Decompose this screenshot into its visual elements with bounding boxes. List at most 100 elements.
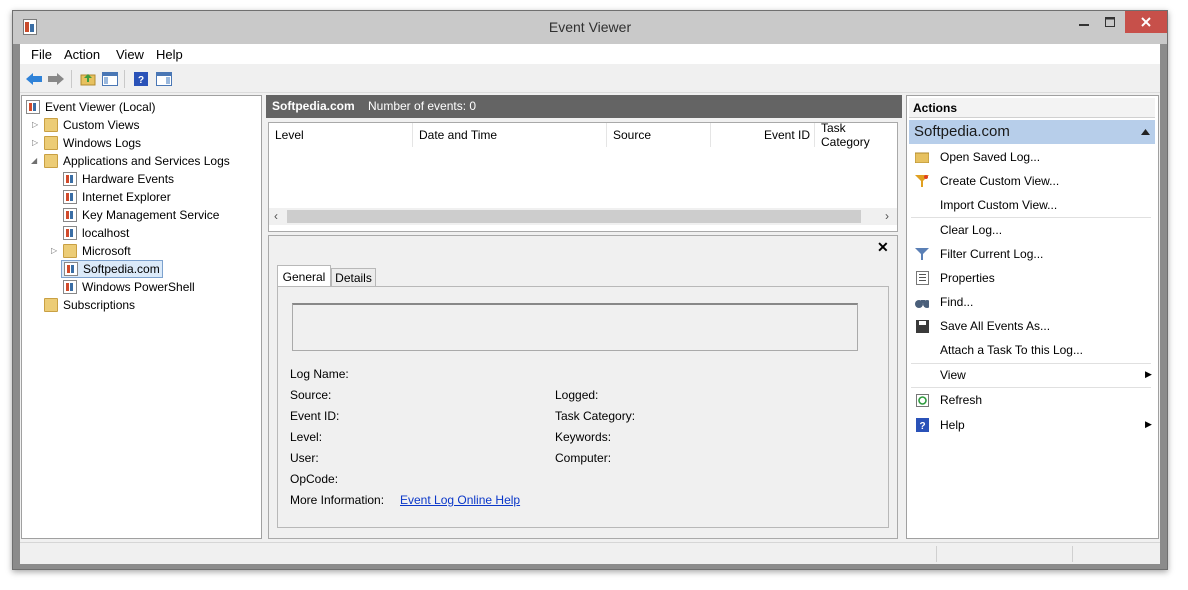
binoculars-icon: [915, 295, 929, 309]
console-tree-icon: [102, 72, 118, 86]
back-arrow-icon: [26, 73, 42, 85]
actions-header: Actions: [909, 98, 1155, 118]
svg-text:?: ?: [138, 75, 144, 86]
console-tree-pane: Event Viewer (Local) ▷ Custom Views ▷ Wi…: [21, 95, 262, 539]
actions-section-softpedia[interactable]: Softpedia.com: [909, 120, 1155, 144]
menu-help[interactable]: Help: [156, 47, 183, 62]
tree-item-localhost[interactable]: localhost: [63, 224, 129, 242]
action-label: Refresh: [940, 393, 983, 407]
tree-item-windows-logs[interactable]: Windows Logs: [44, 134, 141, 152]
tree-item-windows-powershell[interactable]: Windows PowerShell: [63, 278, 195, 296]
up-folder-button[interactable]: [78, 69, 98, 89]
tree-item-subscriptions[interactable]: Subscriptions: [44, 296, 135, 314]
tree-item-label: Applications and Services Logs: [63, 154, 230, 168]
status-bar-divider: [1072, 546, 1073, 562]
close-button[interactable]: [1125, 11, 1167, 33]
forward-button[interactable]: [46, 69, 66, 89]
tree-item-softpedia-selected[interactable]: Softpedia.com: [61, 260, 163, 278]
tab-details[interactable]: Details: [331, 268, 376, 287]
maximize-button[interactable]: [1097, 11, 1123, 33]
event-description-box[interactable]: [292, 303, 858, 351]
event-viewer-window: Event Viewer File Action View Help ? Eve…: [12, 10, 1168, 570]
expand-arrow-icon[interactable]: ▷: [32, 138, 38, 147]
collapse-up-icon[interactable]: [1141, 129, 1150, 135]
filter-icon: [915, 247, 929, 261]
expand-arrow-icon[interactable]: ▷: [51, 246, 57, 255]
action-properties[interactable]: Properties: [909, 267, 1155, 289]
up-folder-icon: [80, 74, 96, 86]
minimize-icon: [1079, 24, 1089, 26]
tree-item-label: Event Viewer (Local): [45, 100, 156, 114]
help-toolbar-button[interactable]: ?: [131, 69, 151, 89]
expand-arrow-icon[interactable]: ▷: [32, 120, 38, 129]
minimize-button[interactable]: [1071, 11, 1097, 33]
tree-item-key-management-service[interactable]: Key Management Service: [63, 206, 219, 224]
tree-item-internet-explorer[interactable]: Internet Explorer: [63, 188, 171, 206]
tree-item-applications-services-logs[interactable]: Applications and Services Logs: [44, 152, 230, 170]
tree-item-label: Microsoft: [82, 244, 131, 258]
save-icon: [915, 319, 929, 333]
log-icon: [63, 280, 77, 294]
filter-star-icon: [915, 174, 929, 188]
tree-item-hardware-events[interactable]: Hardware Events: [63, 170, 174, 188]
field-source: Source:: [290, 388, 332, 402]
log-header: Softpedia.com Number of events: 0: [266, 95, 902, 118]
tree-item-label: Subscriptions: [63, 298, 136, 312]
column-header-level[interactable]: Level: [269, 123, 413, 147]
scrollbar-thumb[interactable]: [287, 210, 861, 223]
action-save-all-events-as[interactable]: Save All Events As...: [909, 315, 1155, 337]
column-header-event-id[interactable]: Event ID: [711, 123, 815, 147]
action-clear-log[interactable]: Clear Log...: [909, 219, 1155, 241]
tree-item-custom-views[interactable]: Custom Views: [44, 116, 139, 134]
tab-general[interactable]: General: [277, 265, 331, 287]
tree-item-label: Softpedia.com: [83, 262, 160, 276]
field-user: User:: [290, 451, 319, 465]
horizontal-scrollbar[interactable]: ‹ ›: [269, 208, 897, 225]
log-icon: [63, 208, 77, 222]
action-label: Create Custom View...: [940, 174, 1060, 188]
log-icon: [63, 172, 77, 186]
tree-item-label: Hardware Events: [82, 172, 175, 186]
action-open-saved-log[interactable]: Open Saved Log...: [909, 146, 1155, 168]
action-view[interactable]: View ▶: [909, 364, 1155, 386]
field-opcode: OpCode:: [290, 472, 339, 486]
tree-item-label: localhost: [82, 226, 130, 240]
tree-item-label: Windows Logs: [63, 136, 142, 150]
action-filter-current-log[interactable]: Filter Current Log...: [909, 243, 1155, 265]
column-header-task-category[interactable]: Task Category: [815, 121, 897, 149]
field-computer: Computer:: [555, 451, 612, 465]
menu-action[interactable]: Action: [64, 47, 100, 62]
action-label: Properties: [940, 271, 995, 285]
tree-item-label: Custom Views: [63, 118, 140, 132]
action-find[interactable]: Find...: [909, 291, 1155, 313]
tree-item-event-viewer-local[interactable]: Event Viewer (Local): [26, 98, 156, 116]
scroll-left-icon[interactable]: ‹: [274, 209, 278, 223]
menu-file[interactable]: File: [31, 47, 52, 62]
tree-item-label: Windows PowerShell: [82, 280, 195, 294]
toolbar-separator: [124, 70, 125, 88]
action-help[interactable]: ? Help ▶: [909, 414, 1155, 436]
tree-item-microsoft[interactable]: Microsoft: [63, 242, 131, 260]
column-header-date-time[interactable]: Date and Time: [413, 123, 607, 147]
actions-pane: Actions Softpedia.com Open Saved Log... …: [906, 95, 1159, 539]
scroll-right-icon[interactable]: ›: [885, 209, 889, 223]
log-icon: [64, 262, 78, 276]
collapse-arrow-icon[interactable]: ◢: [31, 156, 37, 165]
close-preview-icon[interactable]: ✕: [877, 239, 889, 256]
close-icon: [1141, 17, 1151, 27]
back-button[interactable]: [24, 69, 44, 89]
column-header-source[interactable]: Source: [607, 123, 711, 147]
submenu-arrow-icon: ▶: [1145, 369, 1152, 379]
action-label: Attach a Task To this Log...: [940, 343, 1083, 357]
action-label: Help: [940, 418, 965, 432]
submenu-arrow-icon: ▶: [1145, 419, 1152, 429]
action-attach-task[interactable]: Attach a Task To this Log...: [909, 339, 1155, 361]
action-refresh[interactable]: Refresh: [909, 389, 1155, 411]
event-log-online-help-link[interactable]: Event Log Online Help: [400, 493, 520, 507]
log-icon: [63, 226, 77, 240]
action-import-custom-view[interactable]: Import Custom View...: [909, 194, 1155, 216]
action-create-custom-view[interactable]: Create Custom View...: [909, 170, 1155, 192]
show-hide-action-pane-button[interactable]: [154, 69, 174, 89]
show-hide-tree-button[interactable]: [100, 69, 120, 89]
menu-view[interactable]: View: [116, 47, 144, 62]
